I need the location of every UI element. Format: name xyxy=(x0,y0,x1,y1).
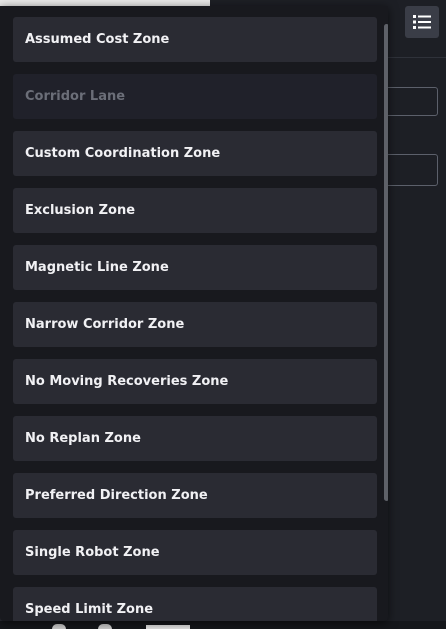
scrollbar-thumb[interactable] xyxy=(384,24,388,501)
zone-option-corridor-lane: Corridor Lane xyxy=(13,74,377,119)
background-input-field[interactable] xyxy=(380,87,438,116)
zone-option-no-moving-recoveries[interactable]: No Moving Recoveries Zone xyxy=(13,359,377,404)
zone-option-narrow-corridor[interactable]: Narrow Corridor Zone xyxy=(13,302,377,347)
background-footer xyxy=(0,621,446,629)
background-divider xyxy=(388,57,446,58)
list-icon xyxy=(413,15,431,29)
zone-option-preferred-direction[interactable]: Preferred Direction Zone xyxy=(13,473,377,518)
zone-type-dropdown[interactable]: Assumed Cost Zone Corridor Lane Custom C… xyxy=(0,6,388,621)
zone-option-assumed-cost[interactable]: Assumed Cost Zone xyxy=(13,17,377,62)
background-footer-icon xyxy=(98,624,112,629)
zone-option-list: Assumed Cost Zone Corridor Lane Custom C… xyxy=(13,17,377,621)
zone-option-exclusion[interactable]: Exclusion Zone xyxy=(13,188,377,233)
background-footer-icon xyxy=(52,624,66,629)
zone-option-speed-limit[interactable]: Speed Limit Zone xyxy=(13,587,377,621)
zone-option-single-robot[interactable]: Single Robot Zone xyxy=(13,530,377,575)
zone-option-no-replan[interactable]: No Replan Zone xyxy=(13,416,377,461)
zone-option-custom-coordination[interactable]: Custom Coordination Zone xyxy=(13,131,377,176)
background-footer-block xyxy=(146,625,190,629)
zone-option-magnetic-line[interactable]: Magnetic Line Zone xyxy=(13,245,377,290)
background-input-field[interactable] xyxy=(380,154,438,186)
list-view-button[interactable] xyxy=(405,6,439,38)
